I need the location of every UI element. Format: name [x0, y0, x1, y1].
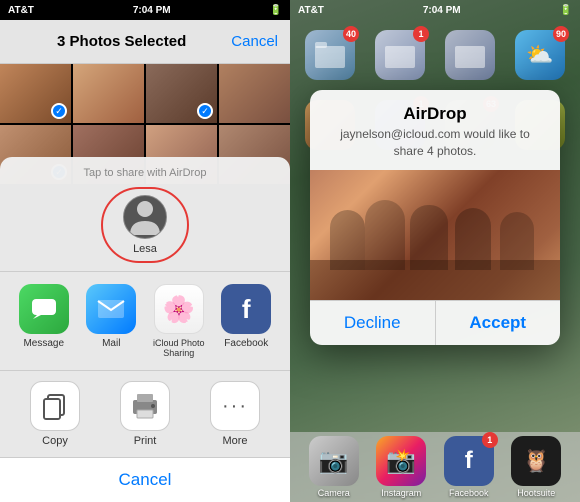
check-badge-2: ✓ — [197, 103, 213, 119]
hootsuite-dock-icon: 🦉 — [511, 436, 561, 486]
print-icon — [120, 381, 170, 431]
airdrop-hint: Tap to share with AirDrop — [16, 167, 274, 179]
airdrop-dialog: AirDrop jaynelson@icloud.com would like … — [310, 90, 560, 345]
photo-people — [310, 170, 560, 300]
dock-instagram[interactable]: 📸 Instagram — [376, 436, 426, 498]
camera-dock-icon: 📷 — [309, 436, 359, 486]
share-icloud[interactable]: 🌸 iCloud Photo Sharing — [149, 284, 209, 358]
decline-button[interactable]: Decline — [310, 301, 436, 345]
cancel-label: Cancel — [119, 470, 172, 490]
icloud-label: iCloud Photo Sharing — [149, 338, 209, 358]
badge-1a: 1 — [413, 26, 429, 42]
print-label: Print — [134, 435, 157, 447]
share-facebook[interactable]: f Facebook — [216, 284, 276, 358]
mail-label: Mail — [102, 338, 120, 349]
carrier-right: AT&T — [298, 5, 324, 16]
cancel-row[interactable]: Cancel — [0, 458, 290, 502]
share-mail[interactable]: Mail — [81, 284, 141, 358]
copy-action[interactable]: Copy — [20, 381, 90, 447]
facebook-badge: 1 — [482, 432, 498, 448]
photos-cancel-btn[interactable]: Cancel — [231, 33, 278, 50]
photo-thumb[interactable] — [73, 64, 144, 123]
more-action[interactable]: ··· More — [200, 381, 270, 447]
dock: 📷 Camera 📸 Instagram f 1 Facebook 🦉 Hoot… — [290, 432, 580, 502]
folder2-icon: 1 — [375, 30, 425, 80]
home-icons-top: 40 1 90 — [290, 22, 580, 88]
folder3-icon — [445, 30, 495, 80]
badge-90: 90 — [553, 26, 569, 42]
photo-thumb[interactable] — [219, 64, 290, 123]
icloud-icon: 🌸 — [154, 284, 204, 334]
copy-label: Copy — [42, 435, 68, 447]
status-bar-left: AT&T 7:04 PM 🔋 — [0, 0, 290, 20]
facebook-dock-icon: f 1 — [444, 436, 494, 486]
photos-title: 3 Photos Selected — [12, 33, 231, 50]
share-message[interactable]: Message — [14, 284, 74, 358]
facebook-label: Facebook — [224, 338, 268, 349]
dialog-subtitle: jaynelson@icloud.com would like to share… — [310, 126, 560, 170]
facebook-dock-label: Facebook — [449, 488, 489, 498]
facebook-icon: f — [221, 284, 271, 334]
dialog-btn-row: Decline Accept — [310, 300, 560, 345]
photo-thumb[interactable]: ✓ — [146, 64, 217, 123]
more-icon: ··· — [210, 381, 260, 431]
check-badge-1: ✓ — [51, 103, 67, 119]
home-icon-folder2[interactable]: 1 — [368, 30, 432, 80]
more-label: More — [222, 435, 247, 447]
time-right: 7:04 PM — [423, 5, 461, 16]
hootsuite-dock-label: Hootsuite — [517, 488, 555, 498]
instagram-dock-icon: 📸 — [376, 436, 426, 486]
left-phone: AT&T 7:04 PM 🔋 3 Photos Selected Cancel … — [0, 0, 290, 502]
action-row: Copy Print ··· More — [0, 371, 290, 458]
badge-40: 40 — [343, 26, 359, 42]
photo-thumb[interactable]: ✓ — [0, 64, 71, 123]
accept-button[interactable]: Accept — [436, 301, 561, 345]
copy-icon — [30, 381, 80, 431]
battery-right: 🔋 — [560, 5, 572, 16]
share-sheet: Tap to share with AirDrop Lesa — [0, 157, 290, 502]
dock-camera[interactable]: 📷 Camera — [309, 436, 359, 498]
dock-facebook[interactable]: f 1 Facebook — [444, 436, 494, 498]
message-icon — [19, 284, 69, 334]
dialog-photo — [310, 170, 560, 300]
airdrop-contact-row: Lesa — [16, 187, 274, 263]
carrier-left: AT&T — [8, 5, 34, 16]
camera-dock-label: Camera — [318, 488, 350, 498]
message-label: Message — [23, 338, 64, 349]
app-icons-row: Message Mail 🌸 iCloud Photo Sharing — [0, 272, 290, 371]
airdrop-oval[interactable]: Lesa — [101, 187, 189, 263]
home-icon-weather[interactable]: 90 ⛅ — [508, 30, 572, 80]
airdrop-section: Tap to share with AirDrop Lesa — [0, 157, 290, 272]
photos-header: 3 Photos Selected Cancel — [0, 20, 290, 64]
right-phone: AT&T 7:04 PM 🔋 40 1 — [290, 0, 580, 502]
instagram-dock-label: Instagram — [381, 488, 421, 498]
dialog-title: AirDrop — [310, 90, 560, 126]
time-left: 7:04 PM — [133, 5, 171, 16]
signal-left: 🔋 — [270, 5, 282, 16]
airdrop-contact-name: Lesa — [133, 243, 157, 255]
home-icon-folder3[interactable] — [438, 30, 502, 80]
dock-hootsuite[interactable]: 🦉 Hootsuite — [511, 436, 561, 498]
status-bar-right: AT&T 7:04 PM 🔋 — [290, 0, 580, 20]
mail-icon — [86, 284, 136, 334]
weather-icon: 90 ⛅ — [515, 30, 565, 80]
print-action[interactable]: Print — [110, 381, 180, 447]
home-icon-folder1[interactable]: 40 — [298, 30, 362, 80]
airdrop-avatar — [123, 195, 167, 239]
folder1-icon: 40 — [305, 30, 355, 80]
